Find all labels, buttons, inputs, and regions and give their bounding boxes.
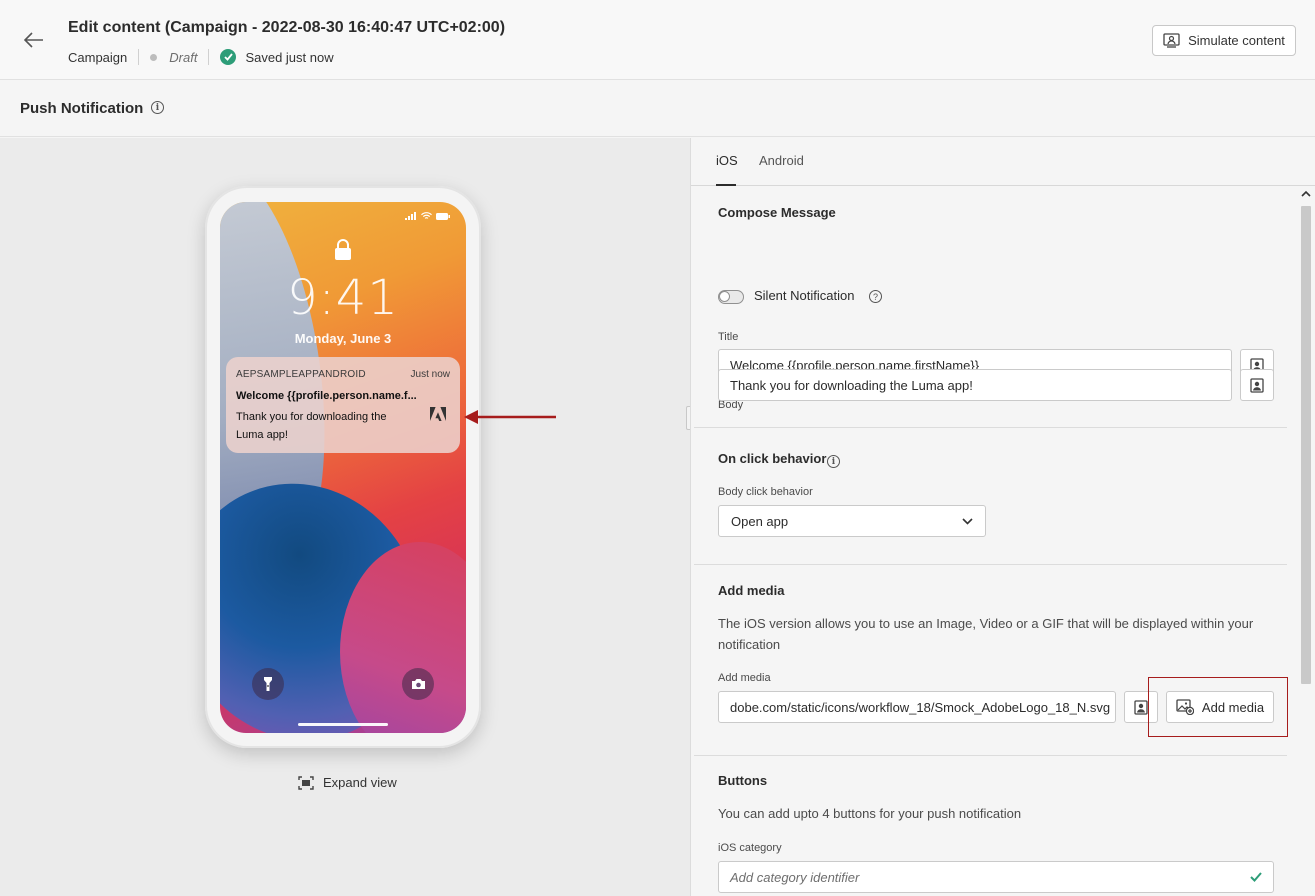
status-row: Campaign Draft Saved just now — [68, 49, 334, 65]
title-label: Title — [718, 331, 739, 343]
wifi-icon — [421, 212, 432, 219]
checkmark-icon — [1250, 872, 1262, 882]
saved-status: Saved just now — [245, 49, 334, 65]
breadcrumb: Campaign — [68, 49, 128, 65]
section-title: Compose Message — [718, 205, 836, 220]
section-title: On click behavior — [718, 451, 827, 466]
platform-tabs: iOS Android — [691, 138, 1315, 186]
select-value: Open app — [731, 513, 789, 529]
annotation-arrow-icon — [464, 410, 556, 424]
ios-category-field[interactable]: Add category identifier — [718, 861, 1274, 893]
scrollbar-thumb[interactable] — [1301, 206, 1311, 684]
personalization-icon — [1250, 377, 1264, 393]
phone-screen: 9:41 Monday, June 3 AEPSAMPLEAPPANDROID … — [220, 202, 466, 733]
flashlight-icon[interactable] — [252, 668, 284, 700]
tab-android[interactable]: Android — [759, 153, 804, 168]
media-description: The iOS version allows you to use an Ima… — [718, 616, 1254, 652]
preview-area: 9:41 Monday, June 3 AEPSAMPLEAPPANDROID … — [0, 138, 690, 896]
status-bar-icons — [405, 212, 450, 220]
scroll-up-icon[interactable] — [1301, 190, 1311, 197]
expand-view-button[interactable]: Expand view — [298, 775, 397, 790]
media-url-field[interactable]: dobe.com/static/icons/workflow_18/Smock_… — [718, 691, 1116, 723]
channel-header: Push Notification — [0, 81, 1315, 137]
lockscreen-time: 9:41 — [287, 270, 399, 326]
personalization-icon — [1134, 699, 1148, 715]
body-click-behavior-select[interactable]: Open app — [718, 505, 986, 537]
ios-category-label: iOS category — [718, 842, 782, 854]
section-title: Buttons — [718, 773, 768, 788]
back-arrow-icon[interactable] — [22, 28, 46, 52]
page-title: Edit content (Campaign - 2022-08-30 16:4… — [68, 19, 506, 36]
help-icon[interactable]: ? — [869, 290, 882, 303]
phone-mockup: 9:41 Monday, June 3 AEPSAMPLEAPPANDROID … — [205, 186, 481, 748]
info-icon[interactable]: i — [827, 455, 840, 468]
tab-ios[interactable]: iOS — [716, 153, 738, 168]
home-indicator — [298, 723, 388, 726]
expand-view-label: Expand view — [323, 775, 397, 790]
silent-notification-label: Silent Notification — [754, 288, 855, 303]
signal-icon — [405, 212, 416, 220]
media-url-label: Add media — [718, 672, 771, 684]
camera-icon[interactable] — [402, 668, 434, 700]
top-bar: Edit content (Campaign - 2022-08-30 16:4… — [0, 0, 1315, 80]
active-tab-indicator — [716, 184, 736, 186]
notification-app-name: AEPSAMPLEAPPANDROID — [236, 369, 366, 380]
divider — [138, 49, 140, 65]
notification-timestamp: Just now — [410, 369, 450, 380]
settings-panel: iOS Android Compose Message Silent Notif… — [690, 138, 1315, 896]
notification-title: Welcome {{profile.person.name.f... — [236, 390, 416, 402]
expand-icon — [298, 775, 314, 790]
channel-title: Push Notification — [20, 100, 144, 117]
notification-preview: AEPSAMPLEAPPANDROID Just now Welcome {{p… — [226, 357, 460, 453]
adobe-logo-icon — [430, 407, 446, 421]
simulate-content-label: Simulate content — [1188, 33, 1285, 48]
status-badge: Draft — [169, 49, 198, 65]
lock-icon — [335, 239, 351, 260]
click-behavior-section: On click behavior i Body click behavior … — [694, 428, 1287, 565]
silent-notification-toggle[interactable] — [718, 290, 744, 304]
buttons-description: You can add upto 4 buttons for your push… — [718, 806, 1022, 821]
chevron-down-icon — [962, 517, 973, 525]
personalization-button[interactable] — [1240, 369, 1274, 401]
buttons-section: Buttons You can add upto 4 buttons for y… — [694, 756, 1287, 896]
toggle-knob — [719, 291, 730, 302]
checkmark-circle-icon — [220, 49, 237, 65]
section-title: Add media — [718, 583, 785, 598]
divider — [208, 49, 210, 65]
info-icon[interactable]: i — [151, 101, 164, 114]
ios-category-placeholder: Add category identifier — [730, 869, 860, 885]
lockscreen-date: Monday, June 3 — [294, 331, 392, 346]
notification-body: Thank you for downloading the Luma app! — [236, 411, 387, 441]
status-dot-icon — [150, 53, 158, 61]
simulate-icon — [1163, 33, 1180, 48]
battery-icon — [436, 212, 450, 220]
highlight-annotation — [1148, 677, 1288, 737]
body-field[interactable]: Thank you for downloading the Luma app! — [718, 369, 1232, 401]
panel-scrollbar[interactable] — [1298, 188, 1314, 896]
body-click-label: Body click behavior — [718, 486, 813, 498]
simulate-content-button[interactable]: Simulate content — [1152, 25, 1296, 56]
